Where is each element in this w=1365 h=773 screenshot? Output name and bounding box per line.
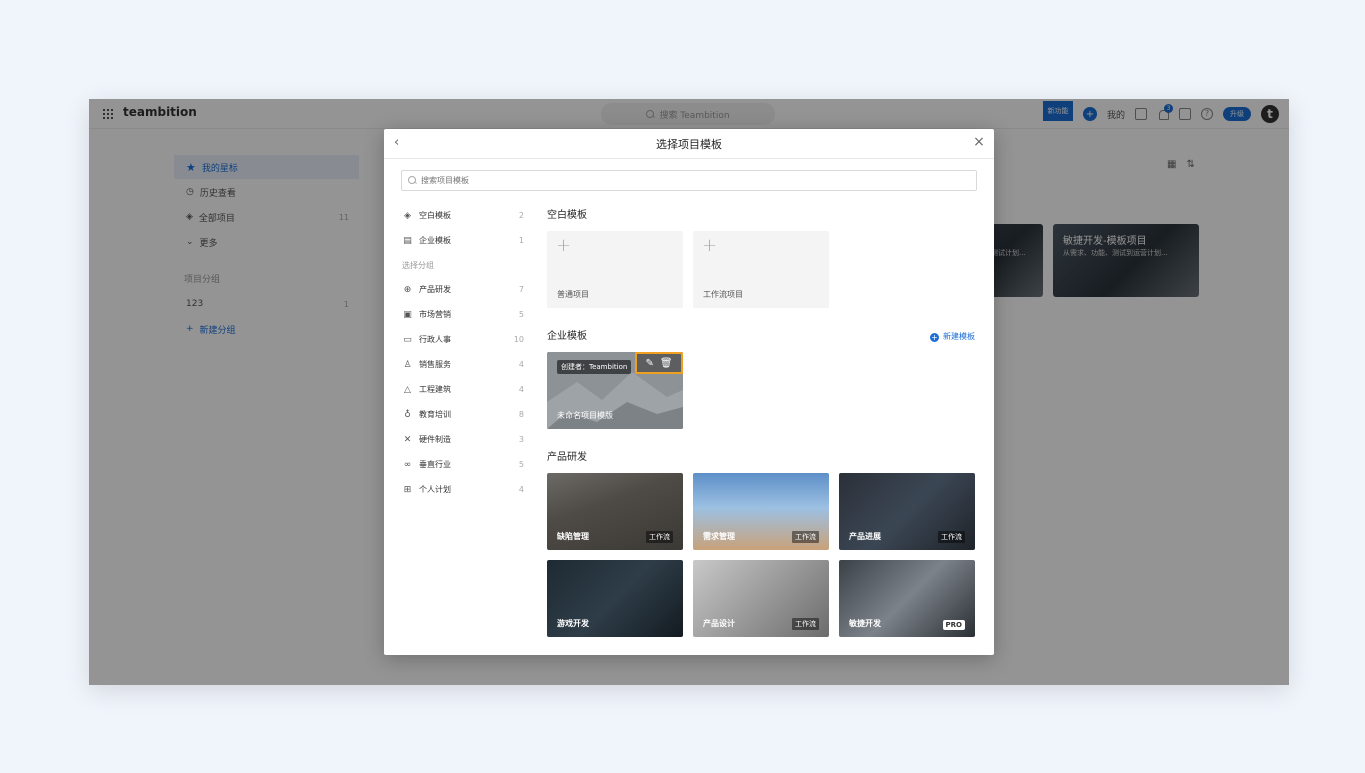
category-label: 市场营销 xyxy=(419,310,451,319)
category-count: 7 xyxy=(518,285,524,294)
template-card-agile[interactable]: 敏捷开发 PRO xyxy=(839,560,975,637)
modal-header: ‹ 选择项目模板 × xyxy=(384,129,994,159)
template-card-label: 产品设计 xyxy=(703,619,735,628)
product-template-row: 游戏开发 产品设计 工作流 敏捷开发 PRO xyxy=(547,560,979,637)
category-label: 个人计划 xyxy=(419,485,451,494)
template-search[interactable] xyxy=(401,170,977,191)
template-card-requirement[interactable]: 需求管理 工作流 xyxy=(693,473,829,550)
workflow-tag: 工作流 xyxy=(792,531,819,543)
template-card-label: 产品进展 xyxy=(849,532,881,541)
template-card-normal[interactable]: + 普通项目 xyxy=(547,231,683,308)
globe-icon: ⊕ xyxy=(403,284,412,295)
category-count: 2 xyxy=(518,211,524,220)
category-count: 4 xyxy=(518,360,524,369)
category-product-rd[interactable]: ⊕ 产品研发 7 xyxy=(402,277,524,302)
template-card-progress[interactable]: 产品进展 工作流 xyxy=(839,473,975,550)
monitor-icon: ▭ xyxy=(403,334,412,345)
category-marketing[interactable]: ▣ 市场营销 5 xyxy=(402,302,524,327)
template-card-label: 需求管理 xyxy=(703,532,735,541)
search-icon xyxy=(408,176,417,185)
template-card-defect[interactable]: 缺陷管理 工作流 xyxy=(547,473,683,550)
workflow-tag: 工作流 xyxy=(646,531,673,543)
enterprise-section-header: 企业模板 + 新建模板 xyxy=(547,324,979,352)
product-section-title: 产品研发 xyxy=(547,452,587,463)
category-label: 垂直行业 xyxy=(419,460,451,469)
category-label: 企业模板 xyxy=(419,236,451,245)
modal-title: 选择项目模板 xyxy=(656,137,722,151)
category-label: 销售服务 xyxy=(419,360,451,369)
template-card-label: 游戏开发 xyxy=(557,619,589,628)
category-list: ◈ 空白模板 2 ▤ 企业模板 1 选择分组 ⊕ 产品研发 7 ▣ 市场营销 5… xyxy=(402,203,524,502)
template-card-game[interactable]: 游戏开发 xyxy=(547,560,683,637)
category-label: 硬件制造 xyxy=(419,435,451,444)
plus-icon: + xyxy=(556,235,572,256)
template-card-enterprise[interactable]: 创建者：Teambition ✎ 🗑 未命名项目模版 xyxy=(547,352,683,429)
pro-badge: PRO xyxy=(942,620,965,630)
blank-section-title: 空白模板 xyxy=(547,210,587,221)
category-label: 空白模板 xyxy=(419,211,451,220)
new-template-button[interactable]: + 新建模板 xyxy=(930,324,975,350)
template-card-label: 缺陷管理 xyxy=(557,532,589,541)
template-search-input[interactable] xyxy=(421,176,921,185)
workflow-tag: 工作流 xyxy=(938,531,965,543)
category-group-header: 选择分组 xyxy=(402,261,434,270)
category-count: 5 xyxy=(518,310,524,319)
category-count: 5 xyxy=(518,460,524,469)
category-label: 行政人事 xyxy=(419,335,451,344)
category-count: 8 xyxy=(518,410,524,419)
infinity-icon: ∞ xyxy=(403,459,412,470)
product-template-row: 缺陷管理 工作流 需求管理 工作流 产品进展 工作流 xyxy=(547,473,979,550)
enterprise-section-title: 企业模板 xyxy=(547,331,587,342)
category-sales[interactable]: ♙ 销售服务 4 xyxy=(402,352,524,377)
category-engineering[interactable]: △ 工程建筑 4 xyxy=(402,377,524,402)
new-template-label: 新建模板 xyxy=(943,332,975,341)
template-content: 空白模板 + 普通项目 + 工作流项目 企业模板 + 新建模板 创建者：Team… xyxy=(547,203,979,637)
template-card-design[interactable]: 产品设计 工作流 xyxy=(693,560,829,637)
triangle-icon: △ xyxy=(404,384,411,395)
workflow-tag: 工作流 xyxy=(792,618,819,630)
category-hardware[interactable]: ✕ 硬件制造 3 xyxy=(402,427,524,452)
edit-icon[interactable]: ✎ xyxy=(645,358,653,369)
creator-badge: 创建者：Teambition xyxy=(557,360,632,374)
bus-icon: ▣ xyxy=(403,309,412,320)
layers-icon: ◈ xyxy=(404,210,411,221)
template-card-workflow[interactable]: + 工作流项目 xyxy=(693,231,829,308)
category-count: 3 xyxy=(518,435,524,444)
category-count: 10 xyxy=(513,335,524,344)
gift-icon: ⊞ xyxy=(403,484,412,495)
blank-template-row: + 普通项目 + 工作流项目 xyxy=(547,231,979,308)
category-label: 教育培训 xyxy=(419,410,451,419)
template-card-label: 工作流项目 xyxy=(703,290,743,299)
plus-circle-icon: + xyxy=(930,332,939,342)
close-icon[interactable]: × xyxy=(972,135,986,149)
trash-icon[interactable]: 🗑 xyxy=(660,358,673,369)
medal-icon: ♁ xyxy=(404,409,411,420)
category-blank[interactable]: ◈ 空白模板 2 xyxy=(402,203,524,228)
template-card-label: 未命名项目模版 xyxy=(557,411,613,420)
category-count: 4 xyxy=(518,485,524,494)
template-modal: ‹ 选择项目模板 × ◈ 空白模板 2 ▤ 企业模板 1 选择分组 ⊕ 产品研发… xyxy=(384,129,994,655)
category-vertical[interactable]: ∞ 垂直行业 5 xyxy=(402,452,524,477)
enterprise-template-row: 创建者：Teambition ✎ 🗑 未命名项目模版 xyxy=(547,352,979,429)
category-education[interactable]: ♁ 教育培训 8 xyxy=(402,402,524,427)
category-count: 1 xyxy=(518,236,524,245)
building-icon: ▤ xyxy=(403,235,412,246)
category-label: 工程建筑 xyxy=(419,385,451,394)
plus-icon: + xyxy=(702,235,718,256)
card-actions: ✎ 🗑 xyxy=(635,352,683,374)
category-personal[interactable]: ⊞ 个人计划 4 xyxy=(402,477,524,502)
category-label: 产品研发 xyxy=(419,285,451,294)
template-card-label: 普通项目 xyxy=(557,290,589,299)
category-count: 4 xyxy=(518,385,524,394)
template-card-label: 敏捷开发 xyxy=(849,619,881,628)
category-enterprise[interactable]: ▤ 企业模板 1 xyxy=(402,228,524,253)
category-admin-hr[interactable]: ▭ 行政人事 10 xyxy=(402,327,524,352)
tools-icon: ✕ xyxy=(403,434,412,445)
back-icon[interactable]: ‹ xyxy=(394,136,408,150)
person-icon: ♙ xyxy=(403,359,412,370)
